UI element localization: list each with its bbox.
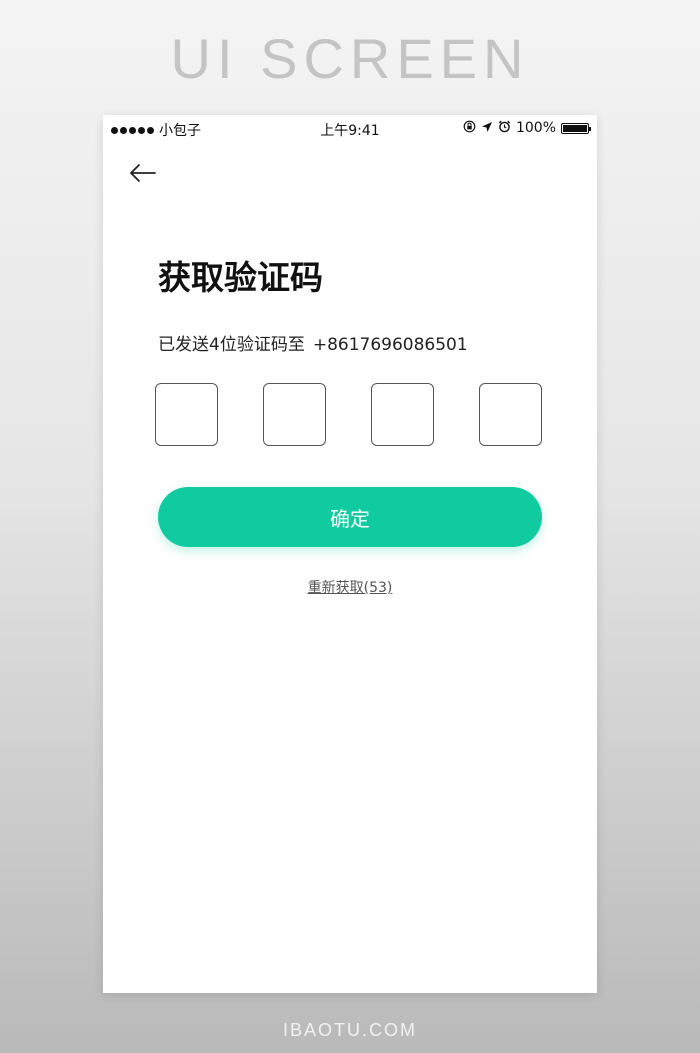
status-bar: 小包子 上午9:41 100%	[103, 115, 597, 143]
verification-info: 已发送4位验证码至 +8617696086501	[158, 330, 468, 355]
page-title: 获取验证码	[158, 258, 323, 297]
resend-code-link[interactable]: 重新获取(53)	[103, 577, 597, 597]
code-input-4[interactable]	[479, 383, 542, 446]
lock-rotation-icon	[463, 120, 476, 136]
arrow-left-icon	[130, 164, 156, 182]
status-right: 100%	[463, 120, 591, 136]
code-input-3[interactable]	[371, 383, 434, 446]
phone-screen: 小包子 上午9:41 100% 获取验证码 已发送4位验证码至 +8617696…	[103, 115, 597, 993]
code-input-2[interactable]	[263, 383, 326, 446]
code-input-1[interactable]	[155, 383, 218, 446]
battery-icon	[561, 122, 591, 134]
banner-title: UI SCREEN	[170, 27, 530, 90]
battery-percent: 100%	[515, 120, 556, 136]
location-arrow-icon	[481, 121, 493, 136]
footer-brand: IBAOTU.COM	[282, 1020, 417, 1040]
confirm-button[interactable]: 确定	[158, 487, 542, 547]
alarm-icon	[498, 120, 511, 136]
confirm-button-label: 确定	[330, 506, 370, 531]
sent-prefix-text: 已发送4位验证码至	[158, 335, 305, 355]
phone-number-text: +8617696086501	[312, 335, 468, 355]
back-button[interactable]	[127, 159, 159, 187]
